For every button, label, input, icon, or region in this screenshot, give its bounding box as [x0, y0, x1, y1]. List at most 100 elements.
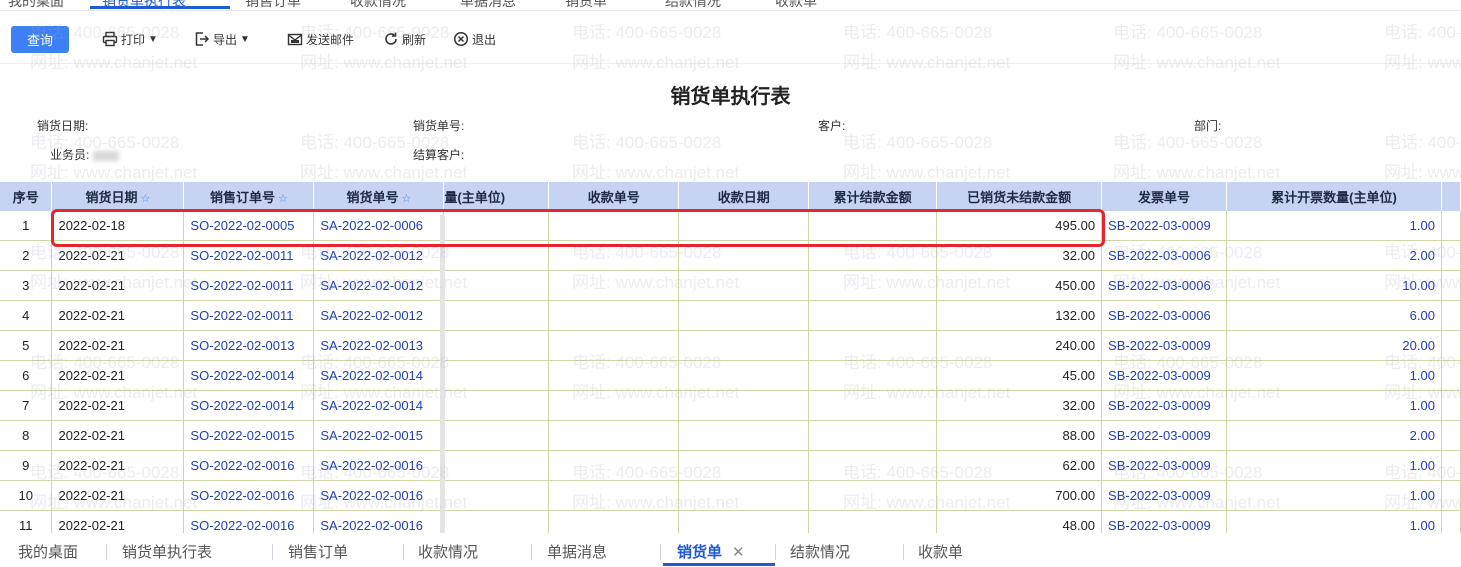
table-row[interactable]: 3 2022-02-21 SO-2022-02-0011 SA-2022-02-001…: [0, 270, 1461, 301]
cell-qty: [443, 300, 550, 331]
col-header-receipt-no[interactable]: 收款单号: [548, 182, 680, 211]
cell-extra: [1441, 211, 1461, 241]
cell-index: 8: [0, 420, 53, 451]
col-label: 销货单号: [346, 190, 399, 205]
sort-icon[interactable]: ☆: [141, 193, 151, 205]
cell-sales-bill-no[interactable]: SA-2022-02-0015: [313, 420, 445, 451]
cell-sales-order-no[interactable]: SO-2022-02-0011: [183, 270, 315, 301]
print-button[interactable]: 打印 ▼: [102, 28, 158, 50]
cell-sales-order-no[interactable]: SO-2022-02-0016: [183, 450, 315, 481]
print-label: 打印: [121, 32, 146, 47]
filter-sales-bill-no: 销货单号:: [413, 119, 465, 133]
cell-invoice-no[interactable]: SB-2022-03-0009: [1101, 450, 1228, 481]
table-row[interactable]: 5 2022-02-21 SO-2022-02-0013 SA-2022-02-001…: [0, 330, 1461, 361]
send-email-button[interactable]: 发送邮件: [287, 28, 354, 50]
table-row[interactable]: 4 2022-02-21 SO-2022-02-0011 SA-2022-02-001…: [0, 300, 1461, 331]
top-tab-desktop[interactable]: 我的桌面: [8, 0, 64, 10]
col-header-sales-date[interactable]: 销货日期 ☆: [51, 182, 185, 211]
table-row[interactable]: 10 2022-02-21 SO-2022-02-0016 SA-2022-02-00…: [0, 480, 1461, 511]
exit-label: 退出: [472, 32, 497, 47]
bottom-tab-receipt-status[interactable]: 收款情况: [418, 541, 478, 562]
table-row[interactable]: 6 2022-02-21 SO-2022-02-0014 SA-2022-02-001…: [0, 360, 1461, 391]
cell-receipt-no: [548, 390, 680, 421]
bottom-tab-settle-status[interactable]: 结款情况: [790, 541, 850, 562]
cell-qty: [443, 360, 550, 391]
cell-unsettled-amount: 240.00: [936, 330, 1103, 361]
bottom-tab-sales-exec[interactable]: 销货单执行表: [122, 541, 212, 562]
cell-invoice-no[interactable]: SB-2022-03-0009: [1101, 330, 1228, 361]
query-button[interactable]: 查询: [11, 26, 69, 53]
cell-sales-order-no[interactable]: SO-2022-02-0015: [183, 420, 315, 451]
chevron-down-icon: ▼: [148, 33, 158, 45]
col-header-invoiced-qty[interactable]: 累计开票数量(主单位): [1226, 182, 1442, 211]
sort-icon[interactable]: ☆: [278, 193, 288, 205]
cell-sales-bill-no[interactable]: SA-2022-02-0014: [313, 360, 445, 391]
refresh-button[interactable]: 刷新: [383, 28, 426, 50]
sort-icon[interactable]: ☆: [401, 193, 411, 205]
redacted-value: [93, 150, 120, 161]
col-header-index[interactable]: 序号: [0, 182, 53, 211]
top-tab-messages[interactable]: 单据消息: [460, 0, 516, 10]
cell-sales-order-no[interactable]: SO-2022-02-0014: [183, 360, 315, 391]
table-body: 1 2022-02-18 SO-2022-02-0005 SA-2022-02-000…: [0, 211, 1461, 541]
cell-sales-bill-no[interactable]: SA-2022-02-0013: [313, 330, 445, 361]
col-header-settled-amount[interactable]: 累计结款金额: [808, 182, 938, 211]
top-tab-receipt-status[interactable]: 收款情况: [350, 0, 406, 10]
table-row[interactable]: 8 2022-02-21 SO-2022-02-0015 SA-2022-02-001…: [0, 420, 1461, 451]
cell-invoice-no[interactable]: SB-2022-03-0006: [1101, 270, 1228, 301]
cell-sales-date: 2022-02-21: [51, 300, 185, 331]
bottom-tab-messages[interactable]: 单据消息: [547, 541, 607, 562]
bottom-tab-desktop[interactable]: 我的桌面: [18, 541, 78, 562]
cell-receipt-no: [548, 420, 680, 451]
bottom-tab-sales-order[interactable]: 销售订单: [288, 541, 348, 562]
exit-button[interactable]: 退出: [453, 28, 496, 50]
bottom-tab-sales-bill[interactable]: 销货单 ✕: [677, 541, 745, 562]
cell-invoice-no[interactable]: SB-2022-03-0009: [1101, 211, 1228, 241]
col-header-qty[interactable]: 量(主单位): [443, 182, 550, 211]
cell-settled-amount: [808, 270, 938, 301]
cell-invoice-no[interactable]: SB-2022-03-0009: [1101, 360, 1228, 391]
bottom-tab-receipt-bill[interactable]: 收款单: [918, 541, 963, 562]
cell-sales-bill-no[interactable]: SA-2022-02-0012: [313, 300, 445, 331]
close-icon[interactable]: ✕: [732, 544, 745, 561]
col-header-unsettled-amount[interactable]: 已销货未结款金额: [936, 182, 1103, 211]
filter-salesman: 业务员:: [50, 146, 120, 163]
cell-unsettled-amount: 700.00: [936, 480, 1103, 511]
cell-invoiced-qty: 1.00: [1226, 360, 1442, 391]
cell-index: 7: [0, 390, 53, 421]
top-tab-sales-order[interactable]: 销售订单: [245, 0, 301, 10]
top-tab-sales-bill[interactable]: 销货单: [565, 0, 607, 10]
tab-divider: [775, 544, 776, 560]
cell-sales-bill-no[interactable]: SA-2022-02-0012: [313, 270, 445, 301]
col-header-sales-bill-no[interactable]: 销货单号 ☆: [313, 182, 445, 211]
col-header-invoice-no[interactable]: 发票单号: [1101, 182, 1228, 211]
top-tab-settle-status[interactable]: 结款情况: [665, 0, 721, 10]
column-resize-handle[interactable]: [440, 215, 445, 535]
table-row[interactable]: 7 2022-02-21 SO-2022-02-0014 SA-2022-02-001…: [0, 390, 1461, 421]
cell-sales-order-no[interactable]: SO-2022-02-0011: [183, 300, 315, 331]
send-email-label: 发送邮件: [306, 32, 355, 47]
cell-index: 2: [0, 240, 53, 271]
cell-settled-amount: [808, 450, 938, 481]
table-row[interactable]: 9 2022-02-21 SO-2022-02-0016 SA-2022-02-001…: [0, 450, 1461, 481]
cell-invoice-no[interactable]: SB-2022-03-0009: [1101, 390, 1228, 421]
cell-sales-bill-no[interactable]: SA-2022-02-0016: [313, 450, 445, 481]
cell-sales-bill-no[interactable]: SA-2022-02-0014: [313, 390, 445, 421]
cell-invoice-no[interactable]: SB-2022-03-0009: [1101, 420, 1228, 451]
tab-divider: [903, 544, 904, 560]
cell-sales-bill-no[interactable]: SA-2022-02-0016: [313, 480, 445, 511]
cell-invoice-no[interactable]: SB-2022-03-0006: [1101, 300, 1228, 331]
export-button[interactable]: 导出 ▼: [194, 28, 250, 50]
cell-sales-order-no[interactable]: SO-2022-02-0013: [183, 330, 315, 361]
top-tab-receipt-bill[interactable]: 收款单: [775, 0, 817, 10]
filter-department: 部门:: [1194, 119, 1222, 133]
col-header-receipt-date[interactable]: 收款日期: [678, 182, 810, 211]
col-header-sales-order-no[interactable]: 销售订单号 ☆: [183, 182, 315, 211]
watermark: 电话: 400-665-0028网址: www.chanjet.net: [1384, 128, 1461, 188]
cell-invoice-no[interactable]: SB-2022-03-0009: [1101, 480, 1228, 511]
cell-sales-date: 2022-02-21: [51, 480, 185, 511]
cell-sales-order-no[interactable]: SO-2022-02-0016: [183, 480, 315, 511]
cell-sales-order-no[interactable]: SO-2022-02-0014: [183, 390, 315, 421]
cell-invoice-no[interactable]: SB-2022-03-0006: [1101, 240, 1228, 271]
cell-extra: [1441, 420, 1461, 451]
